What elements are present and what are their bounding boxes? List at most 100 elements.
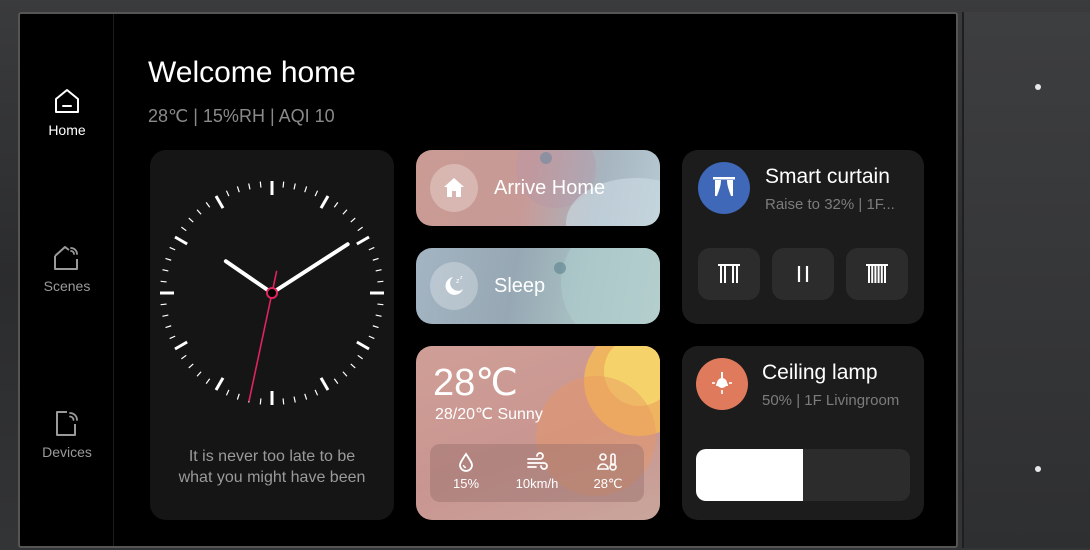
environment-summary: 28℃ | 15%RH | AQI 10 [148,106,335,126]
clock-minute-tick [188,217,194,223]
curtain-icon-badge [698,162,750,214]
clock-minute-tick [342,371,348,377]
nav-item-scenes[interactable]: Scenes [20,242,114,294]
clock-minute-tick [377,303,384,306]
clock-center-pin [266,287,278,299]
clock-minute-tick [160,303,167,306]
ceiling-lamp-card[interactable]: Ceiling lamp 50% | 1F Livingroom [682,346,924,520]
scene-sleep-button[interactable]: z z Sleep [416,248,660,324]
clock-minute-tick [368,246,375,251]
curtain-close-button[interactable] [846,248,908,300]
clock-minute-tick [350,217,356,223]
curtain-pause-button[interactable] [772,248,834,300]
curtain-status: Raise to 32% | 1F... [765,196,895,213]
moon-icon: z z [445,275,463,295]
lamp-status: 50% | 1F Livingroom [762,392,900,409]
scene-arrive-home-button[interactable]: Arrive Home [416,150,660,226]
svg-text:z: z [460,275,463,281]
curtain-icon [713,177,735,196]
weather-temperature: 28℃ [433,362,518,404]
clock-minute-tick [333,378,339,384]
lamp-brightness-slider[interactable] [696,449,910,501]
clock-minute-tick [304,393,308,400]
clock-card: It is never too late to be what you migh… [150,150,394,520]
clock-hour-tick [319,195,330,209]
clock-minute-tick [304,186,308,193]
scene-label-arrive-home: Arrive Home [494,177,606,199]
clock-minute-tick [205,202,211,208]
clock-minute-tick [188,363,194,369]
sidebar-nav: Home Scenes Devices [20,14,114,546]
wind-icon [527,452,548,470]
quote-line-1: It is never too late to be [188,448,356,465]
clock-minute-tick [205,378,211,384]
indicator-light-bottom [1035,466,1041,472]
scene-label-sleep: Sleep [494,275,546,297]
weather-feels-like: 28℃ [572,452,644,492]
scenes-icon [54,246,78,270]
clock-minute-tick [282,398,285,405]
clock-minute-tick [196,209,202,215]
thermometer-people-icon [597,453,617,471]
clock-minute-tick [225,389,230,396]
clock-hour-tick [214,377,225,391]
clock-minute-tick [314,389,319,396]
pause-icon [797,266,809,282]
clock-minute-tick [181,354,187,360]
clock-minute-tick [293,183,296,190]
clock-hour-tick [174,340,188,351]
clock-minute-tick [165,257,172,261]
clock-minute-tick [368,335,375,340]
device-side-panel [962,12,1090,548]
clock-hour-tick [174,235,188,246]
house-icon-badge [430,164,478,212]
clock-minute-tick [293,396,296,403]
home-icon [55,89,79,113]
indicator-light-top [1035,84,1041,90]
clock-minute-tick [162,269,169,272]
clock-hour-tick [319,377,330,391]
clock-minute-tick [357,226,363,232]
clock-minute-tick [342,209,348,215]
clock-minute-tick [236,186,240,193]
nav-label-home: Home [48,122,86,138]
clock-minute-tick [248,183,251,190]
clock-minute-tick [259,398,262,405]
clock-minute-tick [225,190,230,197]
clock-minute-hand [270,242,350,295]
clock-minute-tick [314,190,319,197]
nav-item-devices[interactable]: Devices [20,408,114,460]
clock-minute-tick [259,181,262,188]
weather-card[interactable]: 28℃ 28/20℃ Sunny 15% 10km/h 28℃ [416,346,660,520]
clock-minute-tick [372,325,379,329]
weather-range-condition: 28/20℃ Sunny [435,406,543,423]
clock-minute-tick [169,335,176,340]
weather-stats: 15% 10km/h 28℃ [430,444,644,502]
clock-minute-tick [236,393,240,400]
clock-minute-tick [372,257,379,261]
clock-hour-hand [223,259,274,295]
curtain-name: Smart curtain [765,165,890,188]
quote-text: It is never too late to be what you migh… [150,446,394,488]
wind-value: 10km/h [515,476,559,491]
moon-icon-badge: z z [430,262,478,310]
clock-hour-tick [214,195,225,209]
house-icon [444,178,464,197]
clock-minute-tick [377,280,384,283]
feels-like-value: 28℃ [593,476,623,491]
lamp-icon-badge [696,358,748,410]
nav-item-home[interactable]: Home [20,86,114,138]
smart-curtain-card[interactable]: Smart curtain Raise to 32% | 1F... [682,150,924,324]
touch-screen: Home Scenes Devices Welcome home 28℃ | 1… [18,12,958,548]
clock-minute-tick [169,246,176,251]
clock-minute-tick [282,181,285,188]
curtain-open-button[interactable] [698,248,760,300]
clock-minute-tick [375,269,382,272]
analog-clock [160,181,384,405]
weather-humidity: 15% [430,452,502,491]
clock-minute-tick [333,202,339,208]
droplet-icon [459,452,473,472]
close-curtain-icon [866,264,888,283]
clock-minute-tick [375,314,382,317]
clock-minute-tick [196,371,202,377]
